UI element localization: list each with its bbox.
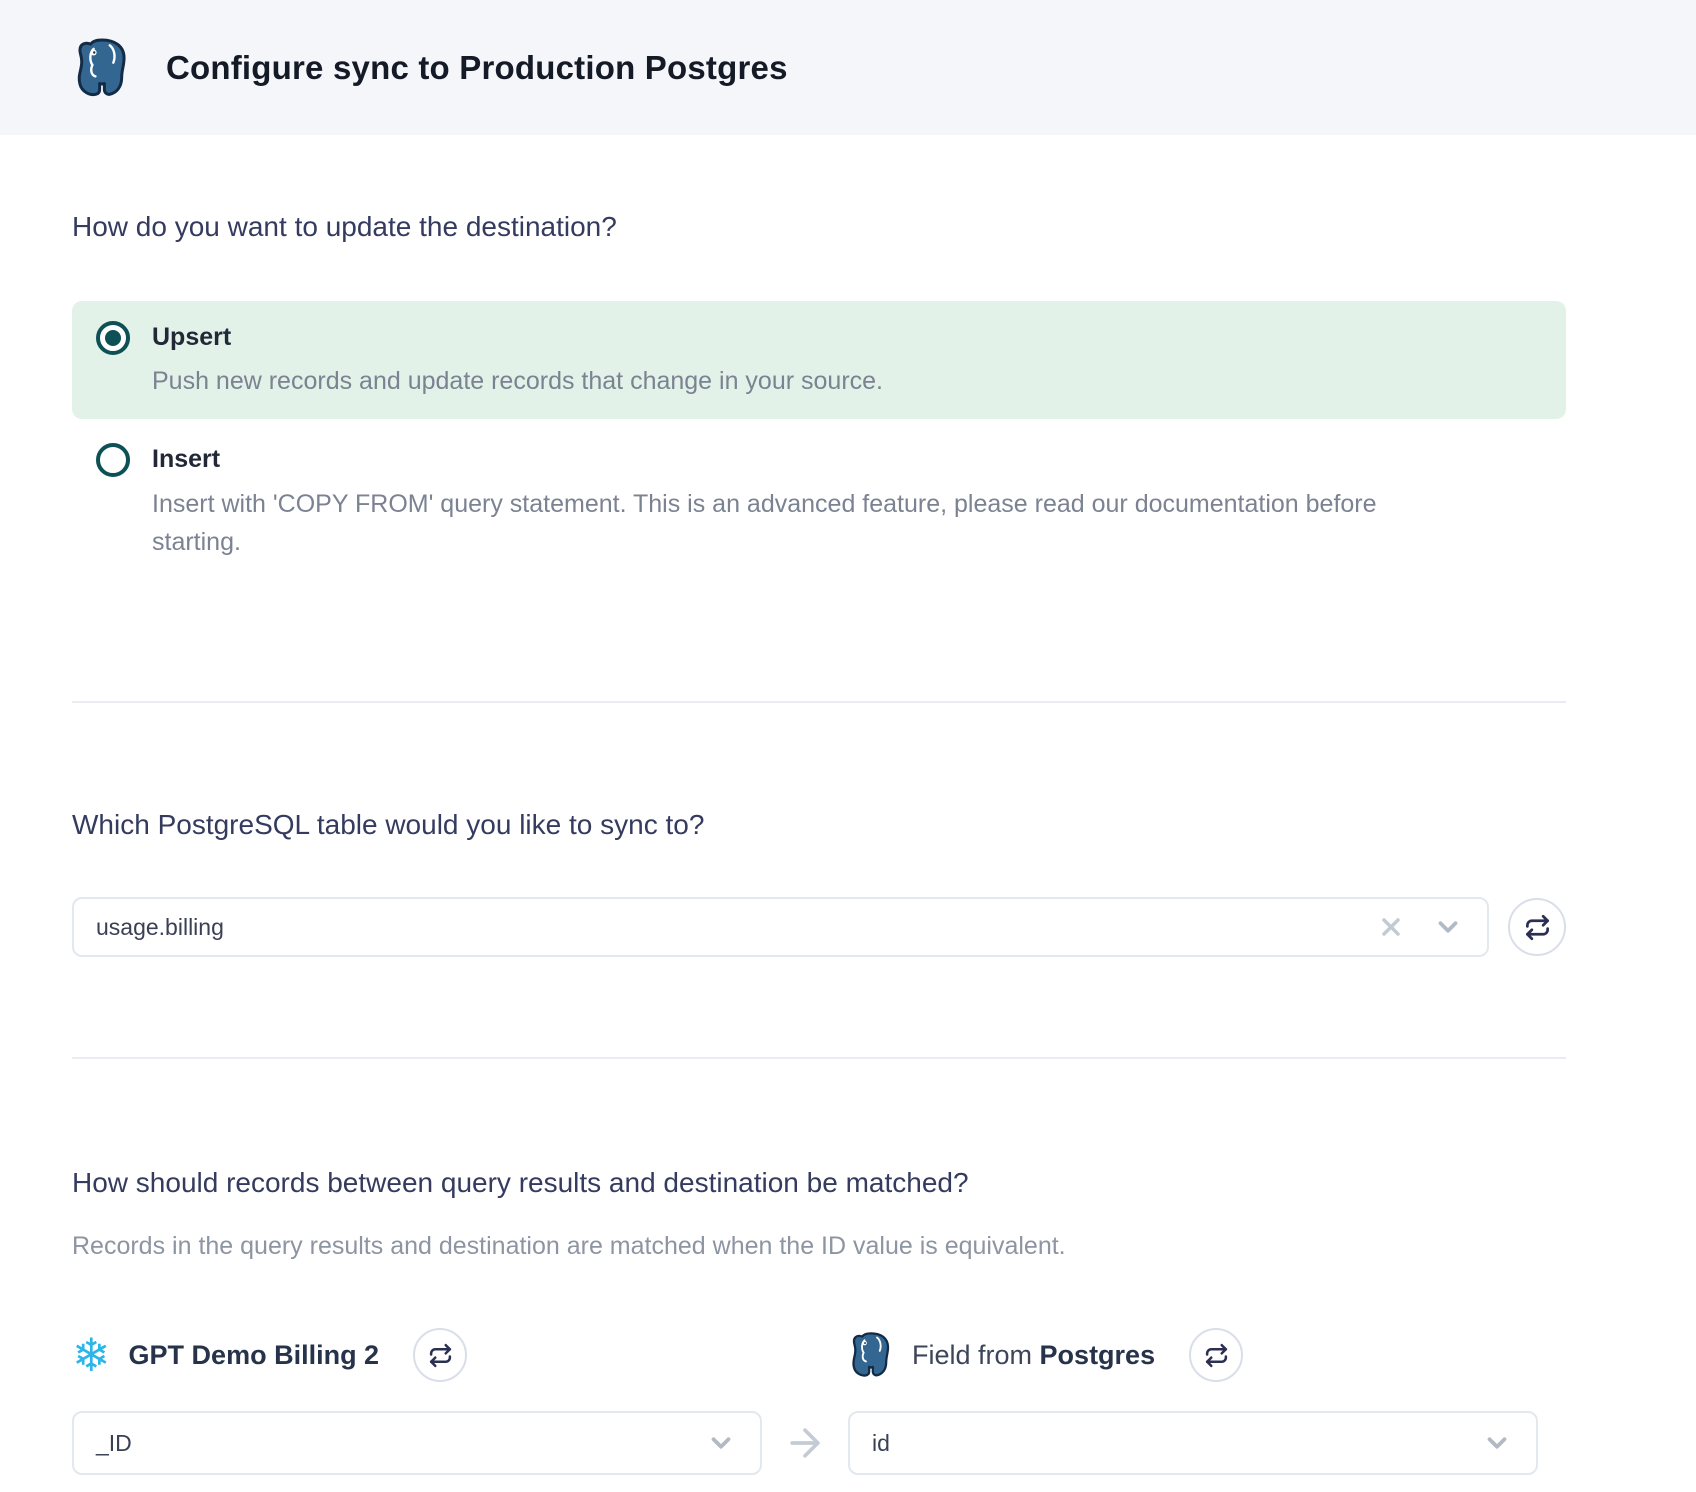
upsert-radio[interactable] — [96, 321, 130, 355]
update-mode-section: How do you want to update the destinatio… — [72, 209, 1566, 703]
sync-config-form: How do you want to update the destinatio… — [0, 209, 1696, 1475]
matching-heading: How should records between query results… — [72, 1165, 1566, 1201]
table-select-heading: Which PostgreSQL table would you like to… — [72, 807, 1566, 843]
section-divider — [72, 1057, 1566, 1059]
table-select-value: usage.billing — [96, 914, 1349, 941]
insert-description: Insert with 'COPY FROM' query statement.… — [152, 485, 1412, 561]
postgresql-icon — [848, 1331, 894, 1379]
page-title: Configure sync to Production Postgres — [166, 49, 788, 87]
insert-radio[interactable] — [96, 443, 130, 477]
mapping-arrow-column — [762, 1327, 848, 1475]
source-column: ❄ GPT Demo Billing 2 _ID — [72, 1327, 762, 1475]
source-label: GPT Demo Billing 2 — [129, 1340, 380, 1371]
insert-label: Insert — [152, 443, 1412, 475]
snowflake-icon: ❄ — [72, 1332, 111, 1378]
postgresql-logo-icon — [72, 37, 132, 99]
table-select[interactable]: usage.billing — [72, 897, 1489, 957]
source-field-value: _ID — [96, 1430, 706, 1457]
refresh-icon — [1204, 1343, 1229, 1368]
refresh-icon — [428, 1343, 453, 1368]
upsert-option[interactable]: Upsert Push new records and update recor… — [72, 301, 1566, 419]
table-select-section: Which PostgreSQL table would you like to… — [72, 807, 1566, 1059]
chevron-down-icon[interactable] — [706, 1428, 736, 1458]
insert-option[interactable]: Insert Insert with 'COPY FROM' query sta… — [72, 443, 1566, 561]
refresh-icon — [1524, 914, 1551, 941]
chevron-down-icon[interactable] — [1482, 1428, 1512, 1458]
record-matching-section: How should records between query results… — [72, 1165, 1566, 1475]
destination-label: Field from Postgres — [912, 1340, 1155, 1371]
chevron-down-icon[interactable] — [1433, 912, 1463, 942]
upsert-label: Upsert — [152, 321, 883, 353]
upsert-description: Push new records and update records that… — [152, 363, 883, 399]
field-mapping-row: ❄ GPT Demo Billing 2 _ID — [72, 1327, 1566, 1475]
source-field-select[interactable]: _ID — [72, 1411, 762, 1475]
refresh-destination-fields-button[interactable] — [1189, 1328, 1243, 1382]
destination-column: Field from Postgres id — [848, 1327, 1538, 1475]
arrow-right-icon — [783, 1421, 827, 1465]
update-mode-heading: How do you want to update the destinatio… — [72, 209, 1566, 245]
destination-field-select[interactable]: id — [848, 1411, 1538, 1475]
matching-subtext: Records in the query results and destina… — [72, 1229, 1566, 1263]
section-divider — [72, 701, 1566, 703]
header: Configure sync to Production Postgres — [0, 0, 1696, 135]
destination-field-value: id — [872, 1430, 1482, 1457]
refresh-tables-button[interactable] — [1508, 898, 1566, 956]
radio-dot — [105, 330, 121, 346]
refresh-source-fields-button[interactable] — [413, 1328, 467, 1382]
clear-icon[interactable] — [1377, 913, 1405, 941]
